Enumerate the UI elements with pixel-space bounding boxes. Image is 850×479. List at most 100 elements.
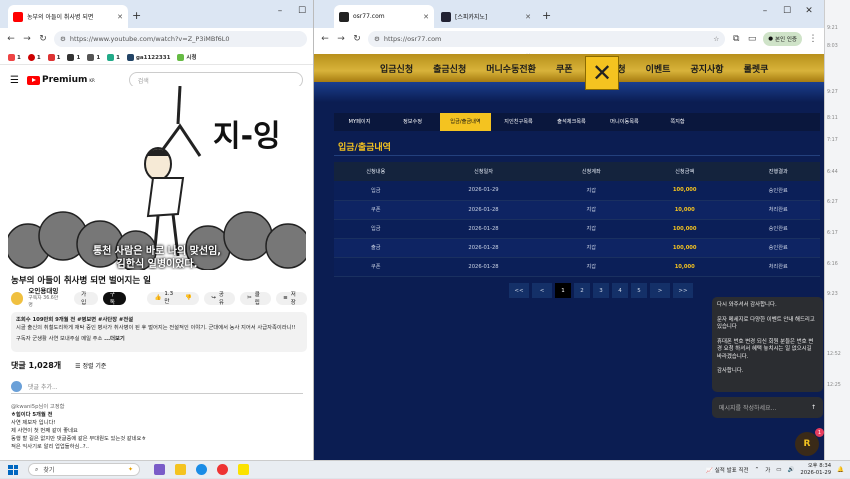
close-tab-icon[interactable]: ✕	[525, 13, 531, 21]
site-info-icon[interactable]: ⚙	[374, 35, 380, 43]
sort-button[interactable]: ☰ 정렬 기준	[75, 361, 106, 370]
sparkle-icon: ✦	[127, 466, 133, 473]
share-button[interactable]: ↪ 공유	[204, 291, 236, 306]
network-icon[interactable]: ▭	[776, 467, 781, 473]
address-bar[interactable]: ⚙ https://osr77.com ☆	[368, 31, 726, 47]
tray-chevron-icon[interactable]: ⌃	[755, 467, 760, 473]
extensions-icon[interactable]: ⧉	[731, 34, 741, 44]
bookmark-item[interactable]: 1	[8, 53, 21, 61]
file-explorer-icon[interactable]	[175, 464, 186, 475]
cell-date: 2026-01-29	[417, 181, 550, 201]
subtab-messages[interactable]: 쪽지함	[652, 113, 703, 131]
maximize-icon[interactable]: ☐	[776, 6, 798, 16]
edge-icon[interactable]	[196, 464, 207, 475]
forward-icon[interactable]: →	[22, 34, 32, 44]
bookmark-item[interactable]: 시청	[177, 53, 197, 61]
forward-icon[interactable]: →	[336, 34, 346, 44]
bookmark-item[interactable]: ga1122331	[126, 53, 170, 61]
new-tab-icon[interactable]: +	[542, 9, 551, 22]
more-link[interactable]: ...더보기	[104, 336, 125, 342]
page-last[interactable]: >>	[673, 283, 693, 298]
bookmark-item[interactable]: 1	[67, 53, 80, 61]
profile-button[interactable]: ● 본인 인증	[763, 32, 802, 46]
subtab-deposit-history[interactable]: 입금/출금내역	[440, 113, 491, 131]
chat-input[interactable]: 메시지를 작성하세요... ↑	[712, 397, 823, 418]
channel-avatar[interactable]	[11, 291, 24, 305]
thumb-down-icon[interactable]: 👎	[185, 295, 192, 301]
channel-name[interactable]: 오인용대잉	[28, 287, 61, 295]
ime-indicator[interactable]: 가	[765, 466, 770, 474]
address-bar[interactable]: ⚙ https://www.youtube.com/watch?v=Z_P3iM…	[54, 31, 307, 47]
nav-withdraw[interactable]: 출금신청	[433, 62, 466, 75]
nav-event[interactable]: 이벤트	[646, 62, 671, 75]
close-tab-icon[interactable]: ✕	[423, 13, 429, 21]
more-menu-icon[interactable]: ⋮	[808, 34, 818, 44]
cell-status: 처리완료	[736, 200, 820, 220]
page-prev[interactable]: <	[532, 283, 552, 298]
page-3[interactable]: 3	[593, 283, 609, 298]
reload-icon[interactable]: ↻	[352, 34, 362, 44]
subtab-mypage[interactable]: MY페이지	[334, 113, 385, 131]
minimize-icon[interactable]: –	[269, 6, 291, 16]
cell-type: 쿠폰	[334, 257, 418, 277]
tab-spica[interactable]: [스피카지노] ✕	[436, 5, 536, 28]
nav-money-convert[interactable]: 머니수동전환	[486, 62, 536, 75]
page-2[interactable]: 2	[574, 283, 590, 298]
clip-button[interactable]: ✂ 클립	[240, 291, 272, 306]
chrome-icon[interactable]	[217, 464, 228, 475]
volume-icon[interactable]: 🔊	[787, 467, 794, 473]
bookmark-item[interactable]: 1	[27, 53, 41, 61]
subtab-friends[interactable]: 지인친구목록	[493, 113, 544, 131]
windows-start-icon[interactable]	[8, 464, 18, 475]
tab-osr77[interactable]: osr77.com ✕	[334, 5, 434, 28]
save-button[interactable]: ≡ 저장	[276, 291, 308, 306]
close-x-icon: ✕	[591, 59, 613, 87]
nav-deposit[interactable]: 입금신청	[380, 62, 413, 75]
maximize-icon[interactable]: ☐	[291, 6, 313, 16]
like-button[interactable]: 👍 1.3만 👎	[147, 291, 200, 305]
notification-icon[interactable]: 🔔	[837, 467, 844, 473]
page-1[interactable]: 1	[555, 283, 571, 298]
taskbar-search[interactable]: ⌕ 찾기 ✦	[28, 463, 140, 476]
nav-roulette[interactable]: 롤렛쿠	[744, 62, 769, 75]
sidebar-icon[interactable]: ▭	[747, 34, 757, 44]
subtab-attendance[interactable]: 출석체크목록	[546, 113, 597, 131]
clock[interactable]: 오후 8:34 2026-01-29	[800, 463, 831, 477]
subscribe-button[interactable]: 구독	[102, 291, 127, 306]
bookmark-item[interactable]: 1	[87, 53, 100, 61]
bookmark-item[interactable]: 1	[107, 53, 120, 61]
new-tab-icon[interactable]: +	[132, 9, 141, 22]
send-icon[interactable]: ↑	[811, 404, 816, 411]
youtube-logo[interactable]: Premium KR	[26, 75, 95, 85]
tab-youtube[interactable]: 농부의 아들이 취사병 되면 ✕	[8, 5, 128, 28]
page-next[interactable]: >	[650, 283, 670, 298]
video-player[interactable]: 지-잉 통천 사람은 바로 나의 맞선임, 김한식 일병이었다.	[8, 86, 306, 270]
bookmark-item[interactable]: 1	[47, 53, 60, 61]
back-icon[interactable]: ←	[320, 34, 330, 44]
taskview-icon[interactable]	[154, 464, 165, 475]
reload-icon[interactable]: ↻	[38, 34, 48, 44]
weather-widget[interactable]: 📈 실적 발표 직전	[706, 466, 748, 474]
kakaotalk-icon[interactable]	[238, 464, 249, 475]
subtab-money-transfer[interactable]: 머니이동목록	[599, 113, 650, 131]
join-button[interactable]: 가입	[74, 291, 98, 306]
minimize-icon[interactable]: –	[754, 6, 776, 16]
page-4[interactable]: 4	[612, 283, 628, 298]
back-icon[interactable]: ←	[6, 34, 16, 44]
subtab-edit-info[interactable]: 정보수정	[387, 113, 438, 131]
page-first[interactable]: <<	[509, 283, 529, 298]
close-window-icon[interactable]: ✕	[798, 6, 820, 16]
nav-coupon[interactable]: 쿠폰	[556, 62, 573, 75]
cell-type: 입금	[334, 219, 418, 239]
bookmark-star-icon[interactable]: ☆	[713, 35, 719, 43]
site-info-icon[interactable]: ⚙	[60, 35, 66, 43]
page-5[interactable]: 5	[631, 283, 647, 298]
description-box[interactable]: 조회수 109만회 9개월 전 #병보면 #사단장 #전설 시골 출신의 취철도…	[11, 312, 307, 352]
close-menu-button[interactable]: ✕	[585, 56, 619, 90]
nav-notice[interactable]: 공지사항	[690, 62, 723, 75]
weather-text: 실적 발표 직전	[714, 468, 749, 474]
menu-icon[interactable]: ☰	[10, 75, 19, 86]
close-tab-icon[interactable]: ✕	[117, 13, 123, 21]
side-time: 12:25	[827, 383, 841, 388]
add-comment-field[interactable]: 댓글 추가...	[11, 380, 303, 394]
